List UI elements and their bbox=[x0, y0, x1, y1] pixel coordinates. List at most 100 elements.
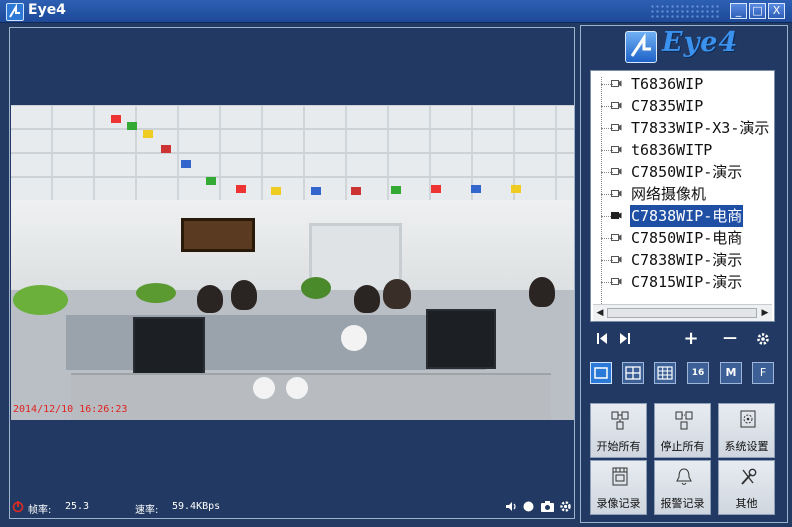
device-item[interactable]: T6836WIP bbox=[591, 73, 774, 95]
device-label: C7850WIP-电商 bbox=[631, 229, 743, 247]
start-all-button[interactable]: 开始所有 bbox=[590, 403, 647, 458]
layout-4-button[interactable] bbox=[622, 362, 644, 384]
title-decoration bbox=[650, 4, 720, 18]
video-flag bbox=[111, 115, 121, 123]
video-flag bbox=[311, 187, 321, 195]
video-person bbox=[231, 280, 257, 310]
camera-icon bbox=[611, 146, 622, 153]
video-person bbox=[383, 279, 411, 309]
eye4-logo-icon bbox=[625, 31, 657, 63]
video-monitor bbox=[133, 317, 205, 377]
device-label: t6836WITP bbox=[631, 141, 713, 159]
minimize-button[interactable]: _ bbox=[730, 3, 747, 19]
device-item[interactable]: C7838WIP-演示 bbox=[591, 249, 774, 271]
video-plant bbox=[301, 277, 331, 299]
video-camera-device bbox=[253, 377, 275, 399]
camera-icon bbox=[611, 190, 622, 197]
maximize-button[interactable]: □ bbox=[749, 3, 766, 19]
video-flag bbox=[143, 130, 153, 138]
tools-icon bbox=[741, 468, 757, 485]
layout-9-button[interactable] bbox=[654, 362, 676, 384]
record-icon[interactable] bbox=[522, 500, 535, 513]
video-flag bbox=[431, 185, 441, 193]
video-flag bbox=[391, 186, 401, 194]
tree-horizontal-scrollbar[interactable]: ◀ ▶ bbox=[593, 304, 772, 321]
logo-text: Eye4 bbox=[662, 27, 739, 58]
video-flag bbox=[471, 185, 481, 193]
alarm-bell-icon bbox=[676, 468, 692, 485]
layout-16-button[interactable]: 16 bbox=[687, 362, 709, 384]
device-item[interactable]: C7835WIP bbox=[591, 95, 774, 117]
window-title: Eye4 bbox=[28, 2, 66, 18]
other-button[interactable]: 其他 bbox=[718, 460, 775, 515]
status-bar: 帧率: 25.3 速率: 59.4KBps bbox=[10, 499, 574, 517]
device-label: C7850WIP-演示 bbox=[631, 163, 743, 181]
video-flag bbox=[511, 185, 521, 193]
device-tree[interactable]: T6836WIP C7835WIP T7833WIP-X3-演示 t6836WI… bbox=[590, 70, 775, 322]
device-label: T6836WIP bbox=[631, 75, 704, 93]
video-camera-device bbox=[286, 377, 308, 399]
scroll-left-icon[interactable]: ◀ bbox=[594, 306, 606, 321]
video-ceiling bbox=[11, 105, 574, 200]
scroll-right-icon[interactable]: ▶ bbox=[759, 306, 771, 321]
camera-online-icon bbox=[611, 212, 622, 219]
audio-icon[interactable] bbox=[504, 500, 518, 513]
video-settings-gear-icon[interactable] bbox=[559, 500, 572, 513]
device-label: 网络摄像机 bbox=[631, 185, 707, 203]
device-item[interactable]: 网络摄像机 bbox=[591, 183, 774, 205]
camera-icon bbox=[611, 102, 622, 109]
device-item-selected[interactable]: C7838WIP-电商 bbox=[591, 205, 774, 227]
layout-f-button[interactable]: F bbox=[752, 362, 774, 384]
stop-all-icon bbox=[675, 411, 693, 430]
video-partition bbox=[66, 315, 486, 370]
device-settings-gear-icon[interactable] bbox=[756, 332, 770, 346]
system-settings-label: 系统设置 bbox=[724, 440, 769, 453]
close-button[interactable]: X bbox=[768, 3, 785, 19]
camera-icon bbox=[611, 256, 622, 263]
device-item[interactable]: T7833WIP-X3-演示 bbox=[591, 117, 774, 139]
next-page-icon[interactable] bbox=[619, 332, 631, 345]
video-flag bbox=[271, 187, 281, 195]
title-bar[interactable]: Eye4 _ □ X bbox=[0, 0, 792, 23]
alarm-log-label: 报警记录 bbox=[660, 497, 705, 510]
remove-device-button[interactable]: — bbox=[720, 329, 740, 347]
video-person bbox=[197, 285, 223, 313]
start-all-icon bbox=[611, 411, 629, 430]
device-item[interactable]: C7815WIP-演示 bbox=[591, 271, 774, 293]
video-plant bbox=[136, 283, 176, 303]
video-feed[interactable]: 2014/12/10 16:26:23 bbox=[11, 105, 574, 420]
video-person bbox=[354, 285, 380, 313]
quad-view-icon bbox=[625, 366, 641, 380]
device-label: T7833WIP-X3-演示 bbox=[631, 119, 770, 137]
device-item[interactable]: t6836WITP bbox=[591, 139, 774, 161]
previous-page-icon[interactable] bbox=[596, 332, 608, 345]
record-log-button[interactable]: 录像记录 bbox=[590, 460, 647, 515]
alarm-log-button[interactable]: 报警记录 bbox=[654, 460, 711, 515]
layout-1-button[interactable] bbox=[590, 362, 612, 384]
camera-icon bbox=[611, 234, 622, 241]
layout-m-button[interactable]: M bbox=[720, 362, 742, 384]
stop-all-label: 停止所有 bbox=[660, 440, 705, 453]
stop-all-button[interactable]: 停止所有 bbox=[654, 403, 711, 458]
video-flag bbox=[161, 145, 171, 153]
video-flag bbox=[351, 187, 361, 195]
video-timestamp: 2014/12/10 16:26:23 bbox=[13, 404, 128, 415]
fps-value: 25.3 bbox=[65, 501, 90, 512]
fps-label: 帧率: bbox=[28, 505, 52, 516]
video-plant bbox=[13, 285, 68, 315]
device-item[interactable]: C7850WIP-电商 bbox=[591, 227, 774, 249]
app-logo-icon bbox=[6, 3, 24, 21]
power-icon[interactable] bbox=[12, 500, 24, 513]
snapshot-camera-icon[interactable] bbox=[540, 500, 555, 513]
video-camera-device bbox=[341, 325, 367, 351]
record-log-icon bbox=[612, 467, 628, 486]
scrollbar-thumb[interactable] bbox=[607, 308, 757, 318]
add-device-button[interactable]: + bbox=[683, 330, 699, 348]
device-item[interactable]: C7850WIP-演示 bbox=[591, 161, 774, 183]
video-flag bbox=[127, 122, 137, 130]
device-label: C7838WIP-电商 bbox=[630, 205, 744, 227]
app-window: Eye4 _ □ X 2014/12/10 16:26:23 帧率: 25.3 … bbox=[0, 0, 792, 527]
start-all-label: 开始所有 bbox=[596, 440, 641, 453]
camera-icon bbox=[611, 80, 622, 87]
system-settings-button[interactable]: 系统设置 bbox=[718, 403, 775, 458]
